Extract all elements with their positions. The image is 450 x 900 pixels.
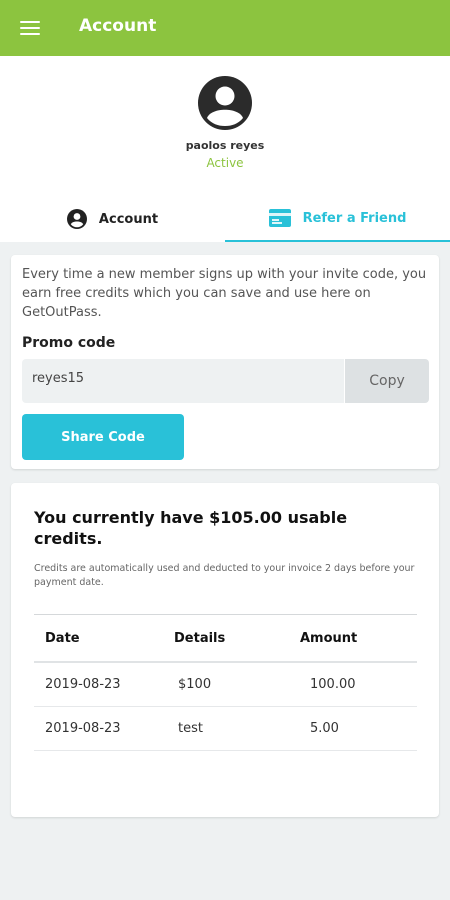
cell-amount: 5.00 — [310, 721, 339, 736]
credit-card-icon — [268, 209, 291, 227]
cell-date: 2019-08-23 — [45, 721, 121, 736]
refer-card: Every time a new member signs up with yo… — [11, 255, 439, 469]
tab-account[interactable]: Account — [0, 196, 225, 242]
credits-balance: You currently have $105.00 usable credit… — [34, 508, 348, 548]
cell-details: test — [178, 721, 203, 736]
refer-description: Every time a new member signs up with yo… — [22, 267, 427, 320]
table-header: Date Details Amount — [34, 615, 417, 663]
tab-bar: Account Refer a Friend — [0, 196, 450, 242]
table-row: 2019-08-23 test 5.00 — [34, 707, 417, 751]
table-row: 2019-08-23 $100 100.00 — [34, 663, 417, 707]
tab-label: Refer a Friend — [302, 210, 407, 226]
tab-label: Account — [98, 211, 159, 227]
column-header-date: Date — [45, 630, 80, 646]
user-name: paolos reyes — [185, 139, 265, 152]
promo-code-label: Promo code — [22, 335, 116, 351]
hamburger-icon — [20, 20, 40, 36]
cell-date: 2019-08-23 — [45, 677, 121, 692]
column-header-amount: Amount — [300, 630, 358, 646]
promo-code-field[interactable]: reyes15 — [22, 359, 344, 403]
credits-note: Credits are automatically used and deduc… — [34, 563, 415, 588]
menu-button[interactable] — [0, 0, 60, 56]
copy-button[interactable]: Copy — [345, 359, 429, 403]
column-header-details: Details — [174, 630, 226, 646]
cell-details: $100 — [178, 677, 212, 692]
credits-card: You currently have $105.00 usable credit… — [11, 483, 439, 817]
cell-amount: 100.00 — [310, 677, 356, 692]
user-status: Active — [206, 156, 244, 170]
tab-refer-a-friend[interactable]: Refer a Friend — [225, 196, 450, 242]
avatar — [198, 76, 252, 130]
page-title: Account — [79, 16, 157, 36]
share-code-button[interactable]: Share Code — [22, 414, 184, 460]
profile-header: paolos reyes Active Account Refer a Frie… — [0, 56, 450, 242]
account-circle-icon — [198, 76, 252, 130]
app-bar: Account — [0, 0, 450, 56]
credits-table: Date Details Amount 2019-08-23 $100 100.… — [34, 614, 417, 751]
account-circle-icon — [66, 209, 87, 229]
